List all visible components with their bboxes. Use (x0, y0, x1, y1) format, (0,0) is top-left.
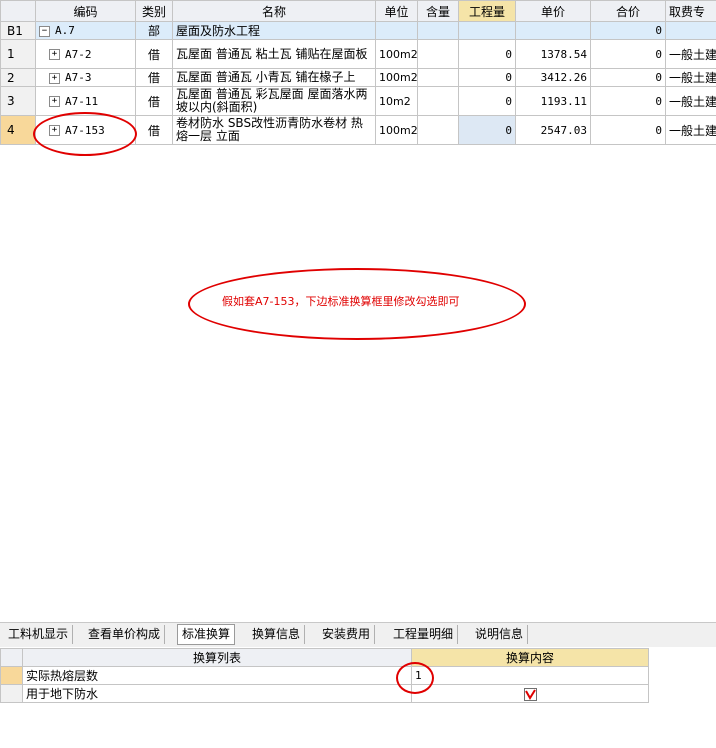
item-fee[interactable]: 一般土建 (665, 86, 716, 116)
tab-install-fee[interactable]: 安装费用 (318, 625, 376, 644)
section-row[interactable]: B1 − A.7 部 屋面及防水工程 0 (0, 21, 716, 40)
item-name[interactable]: 瓦屋面 普通瓦 小青瓦 铺在椽子上 (172, 68, 376, 87)
row-number: 4 (0, 115, 36, 145)
item-content[interactable] (417, 115, 459, 145)
conversion-row-marker (0, 666, 23, 685)
conversion-col-list: 换算列表 (22, 648, 412, 667)
item-type: 借 (135, 68, 173, 87)
row-number: 1 (0, 39, 36, 69)
section-total: 0 (590, 21, 666, 40)
conversion-row-marker (0, 684, 23, 703)
col-header-qty[interactable]: 工程量 (458, 0, 516, 22)
col-header-code[interactable]: 编码 (35, 0, 136, 22)
item-code[interactable]: + A7-2 (35, 39, 136, 69)
item-price[interactable]: 1193.11 (515, 86, 591, 116)
section-type: 部 (135, 21, 173, 40)
item-price[interactable]: 3412.26 (515, 68, 591, 87)
col-header-unit[interactable]: 单位 (375, 0, 418, 22)
item-content[interactable] (417, 68, 459, 87)
row-number: 3 (0, 86, 36, 116)
item-unit[interactable]: 100m2 (375, 68, 418, 87)
conversion-col-content: 换算内容 (411, 648, 649, 667)
item-type: 借 (135, 39, 173, 69)
underground-checkbox-cell[interactable] (411, 684, 649, 703)
expand-icon[interactable]: + (49, 96, 60, 107)
col-header-name[interactable]: 名称 (172, 0, 376, 22)
tab-notes[interactable]: 说明信息 (471, 625, 529, 644)
detail-tabs: 工料机显示 查看单价构成 标准换算 换算信息 安装费用 工程量明细 说明信息 (0, 622, 716, 647)
conversion-header-row: 换算列表 换算内容 (0, 648, 649, 667)
item-fee[interactable]: 一般土建 (665, 39, 716, 69)
item-qty[interactable]: 0 (458, 86, 516, 116)
tab-standard-conversion[interactable]: 标准换算 (177, 624, 236, 645)
item-name[interactable]: 瓦屋面 普通瓦 粘土瓦 铺贴在屋面板 (172, 39, 376, 69)
conversion-label: 用于地下防水 (22, 684, 412, 703)
conversion-row[interactable]: 用于地下防水 (0, 684, 649, 703)
annotation-circle-value (396, 662, 434, 694)
conversion-grid: 换算列表 换算内容 实际热熔层数 1 用于地下防水 (0, 648, 649, 703)
item-total: 0 (590, 39, 666, 69)
item-price[interactable]: 2547.03 (515, 115, 591, 145)
table-row[interactable]: 2 + A7-3 借 瓦屋面 普通瓦 小青瓦 铺在椽子上 100m2 0 3412… (0, 68, 716, 87)
annotation-note-text: 假如套A7-153，下边标准换算框里修改勾选即可 (222, 295, 460, 308)
row-number: 2 (0, 68, 36, 87)
col-header-content[interactable]: 含量 (417, 0, 459, 22)
col-header-price[interactable]: 单价 (515, 0, 591, 22)
layer-count-input[interactable]: 1 (411, 666, 649, 685)
annotation-circle-code (33, 112, 137, 156)
item-qty[interactable]: 0 (458, 68, 516, 87)
section-price (515, 21, 591, 40)
item-total: 0 (590, 115, 666, 145)
item-qty-active[interactable]: 0 (458, 115, 516, 145)
item-content[interactable] (417, 86, 459, 116)
item-code-text: A7-2 (65, 47, 92, 61)
item-total: 0 (590, 68, 666, 87)
item-total: 0 (590, 86, 666, 116)
col-header-fee[interactable]: 取费专 (665, 0, 716, 22)
conversion-row[interactable]: 实际热熔层数 1 (0, 666, 649, 685)
tab-labor-material[interactable]: 工料机显示 (4, 625, 74, 644)
collapse-icon[interactable]: − (39, 25, 50, 37)
section-code-text: A.7 (55, 24, 75, 37)
expand-icon[interactable]: + (49, 49, 60, 60)
tab-price-composition[interactable]: 查看单价构成 (84, 625, 166, 644)
section-qty (458, 21, 516, 40)
row-number: B1 (0, 21, 36, 40)
underground-checkbox[interactable] (523, 687, 537, 701)
item-code-text: A7-11 (65, 94, 99, 108)
item-fee[interactable]: 一般土建 (665, 68, 716, 87)
item-unit[interactable]: 100m2 (375, 39, 418, 69)
item-code[interactable]: + A7-3 (35, 68, 136, 87)
section-unit (375, 21, 418, 40)
table-row[interactable]: 3 + A7-11 借 瓦屋面 普通瓦 彩瓦屋面 屋面落水两坡以内(斜面积) 10… (0, 86, 716, 116)
section-code[interactable]: − A.7 (35, 21, 136, 40)
item-content[interactable] (417, 39, 459, 69)
tab-conversion-info[interactable]: 换算信息 (248, 625, 306, 644)
item-code-text: A7-3 (65, 71, 92, 84)
section-fee (665, 21, 716, 40)
section-content (417, 21, 459, 40)
expand-icon[interactable]: + (49, 72, 60, 84)
item-unit[interactable]: 100m2 (375, 115, 418, 145)
col-header-rownum (0, 0, 36, 22)
item-type: 借 (135, 86, 173, 116)
col-header-type[interactable]: 类别 (135, 0, 173, 22)
table-row[interactable]: 1 + A7-2 借 瓦屋面 普通瓦 粘土瓦 铺贴在屋面板 100m2 0 137… (0, 39, 716, 69)
tab-quantity-detail[interactable]: 工程量明细 (389, 625, 459, 644)
item-type: 借 (135, 115, 173, 145)
item-qty[interactable]: 0 (458, 39, 516, 69)
col-header-total[interactable]: 合价 (590, 0, 666, 22)
conversion-col-rownum (0, 648, 23, 667)
item-fee[interactable]: 一般土建 (665, 115, 716, 145)
item-price[interactable]: 1378.54 (515, 39, 591, 69)
item-name[interactable]: 瓦屋面 普通瓦 彩瓦屋面 屋面落水两坡以内(斜面积) (172, 86, 376, 116)
checkmark-icon (524, 688, 536, 700)
item-name[interactable]: 卷材防水 SBS改性沥青防水卷材 热熔一层 立面 (172, 115, 376, 145)
section-name: 屋面及防水工程 (172, 21, 376, 40)
item-unit[interactable]: 10m2 (375, 86, 418, 116)
grid-header-row: 编码 类别 名称 单位 含量 工程量 单价 合价 取费专 (0, 0, 716, 22)
conversion-label: 实际热熔层数 (22, 666, 412, 685)
